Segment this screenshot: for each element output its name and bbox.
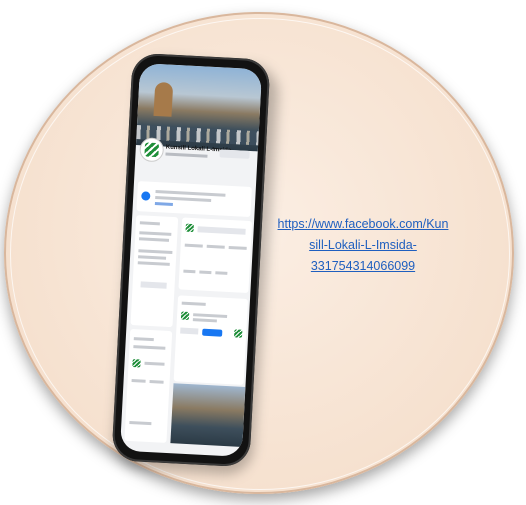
text-line [206,244,225,249]
text-line [228,245,247,250]
text-line [133,337,154,342]
link-line-1[interactable]: https://www.facebook.com/Kun [258,214,468,235]
post-card [173,295,249,385]
text-line [155,196,212,202]
church-dome-shape [153,81,174,117]
text-line [184,243,203,248]
text-line [215,271,228,275]
link-line-3[interactable]: 331754314066099 [258,256,468,277]
text-line [138,249,173,255]
slide-canvas: Kunsill Lokali L-Imsida https://www.face… [0,0,526,505]
info-card [136,181,252,218]
text-line [133,345,166,350]
text-line [129,421,152,426]
profile-picture [139,137,165,163]
facebook-page-screenshot: Kunsill Lokali L-Imsida [119,63,263,457]
promote-button [202,328,223,337]
text-line [149,380,164,384]
text-line [199,270,212,275]
council-logo-icon [144,142,160,158]
mini-logo-icon [185,223,194,233]
text-line [139,221,160,226]
text-line [197,226,246,235]
mini-logo-icon [132,359,141,368]
post-photo [170,383,246,447]
phone-mockup: Kunsill Lokali L-Imsida [111,52,271,468]
text-line [131,379,146,383]
text-line [137,261,170,266]
text-line [140,281,167,289]
mini-logo-icon [234,329,243,338]
page-action-button [219,149,250,159]
left-bottom-card [124,328,173,443]
mini-logo-icon [180,311,190,320]
text-line [183,269,196,274]
text-line [181,301,206,306]
facebook-page-link[interactable]: https://www.facebook.com/Kun sill-Lokali… [258,214,468,277]
messenger-icon [141,191,151,201]
page-subtitle-placeholder [165,152,208,158]
page-tips-card [130,215,179,328]
text-line [154,202,173,206]
text-line [192,318,217,323]
text-line [138,237,170,242]
link-line-2[interactable]: sill-Lokali-L-Imsida- [258,235,468,256]
text-line [193,313,228,318]
text-line [180,327,199,335]
text-line [139,231,172,236]
create-post-card [178,217,253,294]
text-line [144,361,165,366]
text-line [138,255,167,260]
